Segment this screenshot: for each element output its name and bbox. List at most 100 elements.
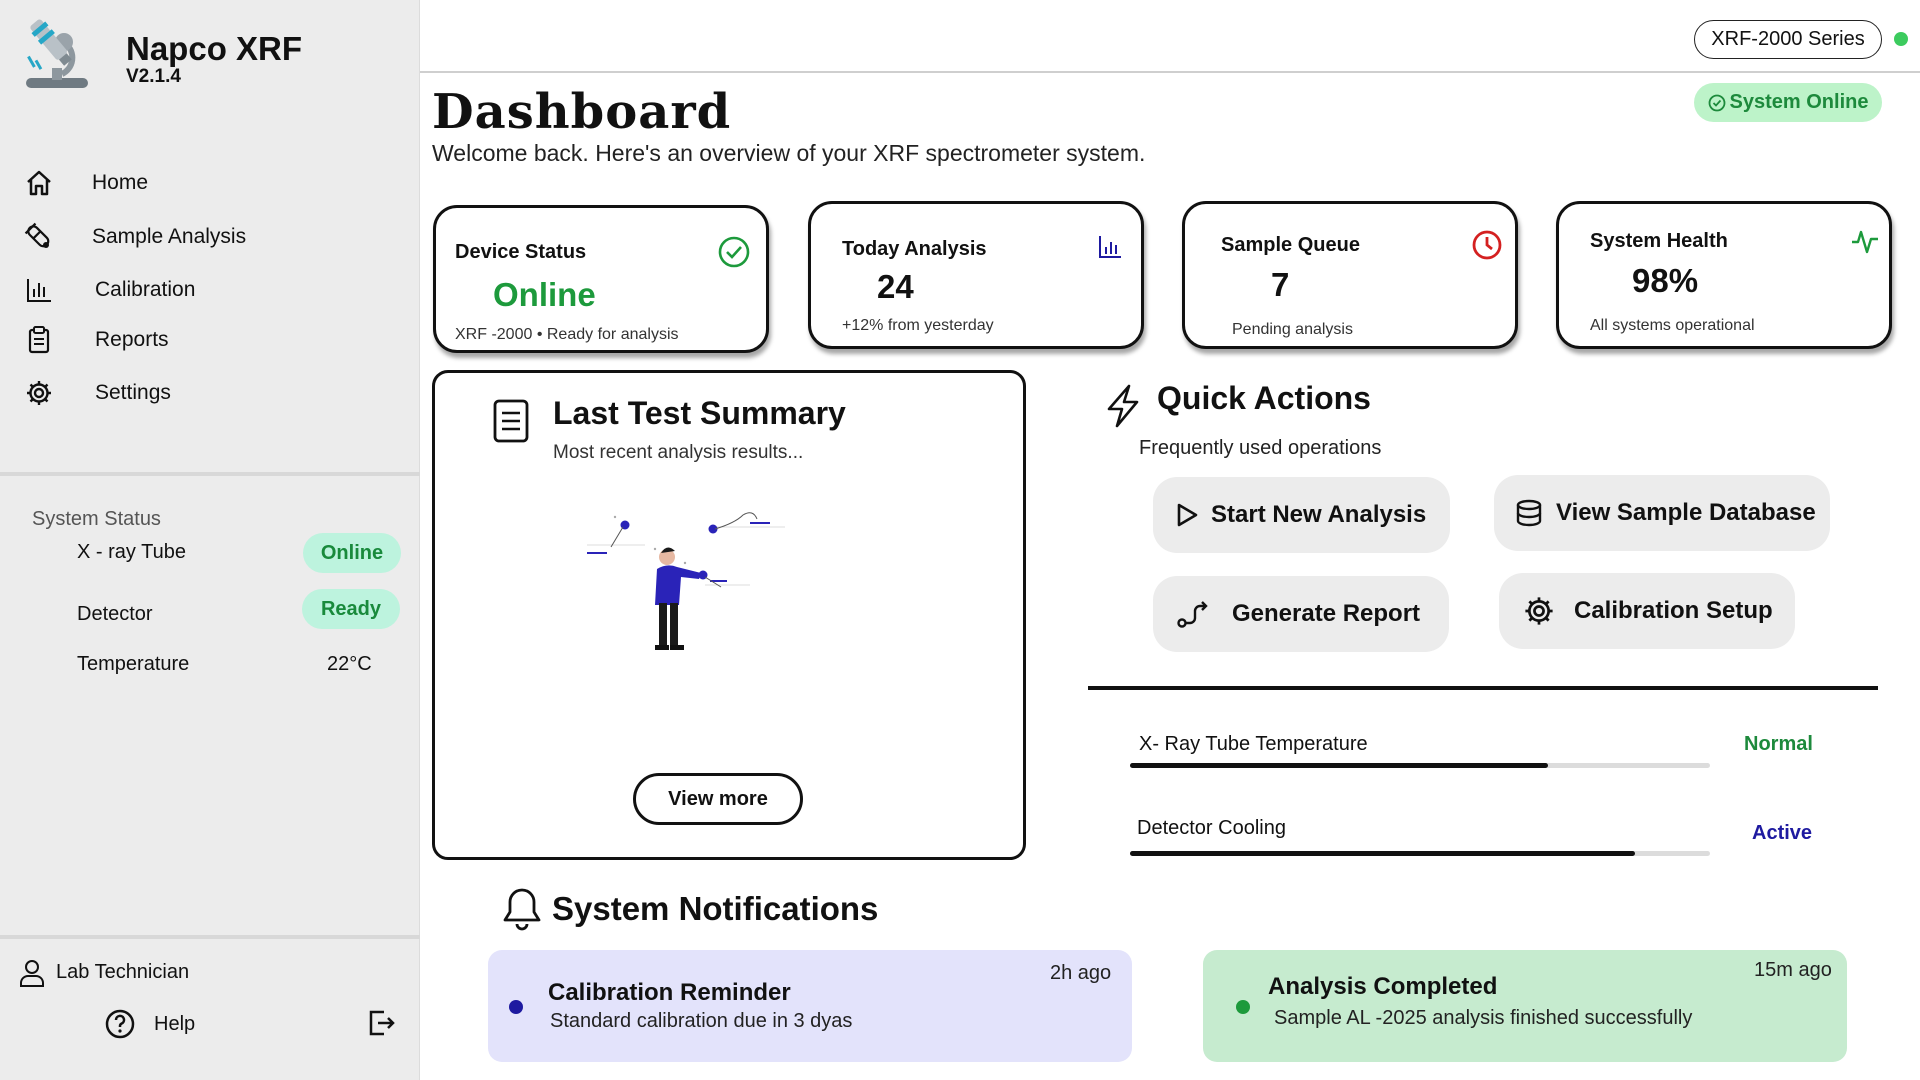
user-name: Lab Technician [56,961,190,983]
home-icon [27,170,51,196]
device-model: XRF -2000 [455,326,533,343]
xray-tube-label: X - ray Tube [77,541,186,563]
divider [0,472,420,476]
button-label: Start New Analysis [1211,501,1427,528]
card-subtext: Pending analysis [1232,321,1353,338]
detector-label: Detector [77,603,153,625]
bell-icon [503,888,541,931]
sidebar: Napco XRF V2.1.4 Home Sample Analysis Ca… [0,0,420,1080]
card-value: 98% [1632,262,1699,299]
brand-version: V2.1.4 [126,66,181,87]
notification-title: Calibration Reminder [548,979,791,1006]
quick-actions-subtitle: Frequently used operations [1139,437,1382,459]
analysis-illustration [587,512,785,650]
detector-cooling-status: Active [1752,822,1813,844]
card-subtext: XRF -2000 • Ready for analysis [455,326,679,343]
device-series-badge[interactable]: XRF-2000 Series [1694,20,1882,59]
card-title: Today Analysis [842,238,987,260]
page-subtitle: Welcome back. Here's an overview of your… [432,140,1146,166]
notification-dot [509,1000,523,1014]
notifications-title: System Notifications [552,890,879,927]
sidebar-item-calibration[interactable]: Calibration [0,267,420,313]
xray-tube-temp-label: X- Ray Tube Temperature [1139,733,1368,755]
card-title: Device Status [455,241,587,263]
temperature-value: 22°C [327,653,372,675]
page-title: Dashboard [432,84,732,140]
button-label: Generate Report [1232,600,1421,627]
system-status-title: System Status [32,508,161,530]
xray-tube-temp-status: Normal [1744,733,1813,755]
card-value: 24 [877,268,914,305]
view-more-button[interactable]: View more [633,773,803,825]
sidebar-item-label: Reports [95,328,169,351]
divider [1088,686,1878,690]
divider [0,935,420,939]
notification-analysis-completed[interactable]: Analysis Completed Sample AL -2025 analy… [1203,950,1847,1062]
user-icon [20,960,44,987]
sidebar-item-settings[interactable]: Settings [0,370,420,416]
card-subtext: +12% from yesterday [842,317,994,334]
calibration-setup-button[interactable]: Calibration Setup [1499,573,1795,649]
notification-time: 15m ago [1754,959,1832,981]
sample-queue-card[interactable]: Sample Queue 7 Pending analysis [1182,201,1518,349]
check-circle-icon [1708,94,1725,111]
notification-calibration-reminder[interactable]: Calibration Reminder Standard calibratio… [488,950,1132,1062]
last-test-title: Last Test Summary [553,395,846,431]
check-circle-icon [718,236,750,268]
button-label: Calibration Setup [1574,597,1773,624]
lightning-icon [1107,384,1139,428]
microscope-logo-icon [26,19,88,88]
card-title: Sample Queue [1221,234,1360,256]
system-online-badge: System Online [1694,83,1882,122]
help-button[interactable]: Help [104,1006,214,1042]
clipboard-icon [28,326,50,354]
card-value: Online [493,276,596,313]
notification-desc: Sample AL -2025 analysis finished succes… [1274,1007,1693,1029]
sidebar-item-reports[interactable]: Reports [0,317,420,363]
connection-status-dot [1894,32,1908,46]
detector-cooling-bar [1130,851,1710,856]
user-profile[interactable]: Lab Technician [18,956,318,990]
logout-icon[interactable] [366,1008,396,1038]
xray-tube-temp-bar-fill [1130,763,1548,768]
help-icon [105,1009,135,1039]
button-label: View Sample Database [1556,499,1816,526]
xray-tube-status-badge: Online [303,533,401,573]
last-test-summary-panel: Last Test Summary Most recent analysis r… [432,370,1026,860]
brand-name: Napco XRF [126,30,303,67]
detector-status-badge: Ready [302,589,400,629]
bar-chart-icon [1099,236,1121,258]
sidebar-item-label: Settings [95,381,171,404]
quick-actions-title: Quick Actions [1157,380,1371,416]
sidebar-item-sample-analysis[interactable]: Sample Analysis [0,214,420,260]
clock-icon [1472,230,1502,260]
notification-dot [1236,1000,1250,1014]
database-icon [1516,499,1542,527]
sidebar-item-label: Home [92,171,149,194]
device-status-card[interactable]: Device Status Online XRF -2000 • Ready f… [433,205,769,353]
route-icon [1177,601,1208,628]
sidebar-item-label: Calibration [95,278,196,301]
system-health-card[interactable]: System Health 98% All systems operationa… [1556,201,1892,349]
xray-tube-temp-bar [1130,763,1710,768]
today-analysis-card[interactable]: Today Analysis 24 +12% from yesterday [808,201,1144,349]
notification-time: 2h ago [1050,962,1112,984]
activity-pulse-icon [1852,230,1878,254]
detector-cooling-label: Detector Cooling [1137,817,1286,839]
notification-title: Analysis Completed [1268,973,1498,1000]
start-new-analysis-button[interactable]: Start New Analysis [1153,477,1450,553]
temperature-label: Temperature [77,653,190,675]
notification-desc: Standard calibration due in 3 dyas [550,1010,853,1032]
gear-icon [1525,597,1553,625]
detector-cooling-bar-fill [1130,851,1635,856]
view-sample-database-button[interactable]: View Sample Database [1494,475,1830,551]
document-icon [493,399,529,443]
play-icon [1177,503,1198,527]
sidebar-item-home[interactable]: Home [0,160,420,206]
generate-report-button[interactable]: Generate Report [1153,576,1449,652]
gear-icon [27,381,51,405]
help-label: Help [154,1013,196,1035]
card-value: 7 [1271,266,1290,303]
device-readiness: Ready for analysis [546,326,679,343]
test-tube-icon [24,222,50,248]
